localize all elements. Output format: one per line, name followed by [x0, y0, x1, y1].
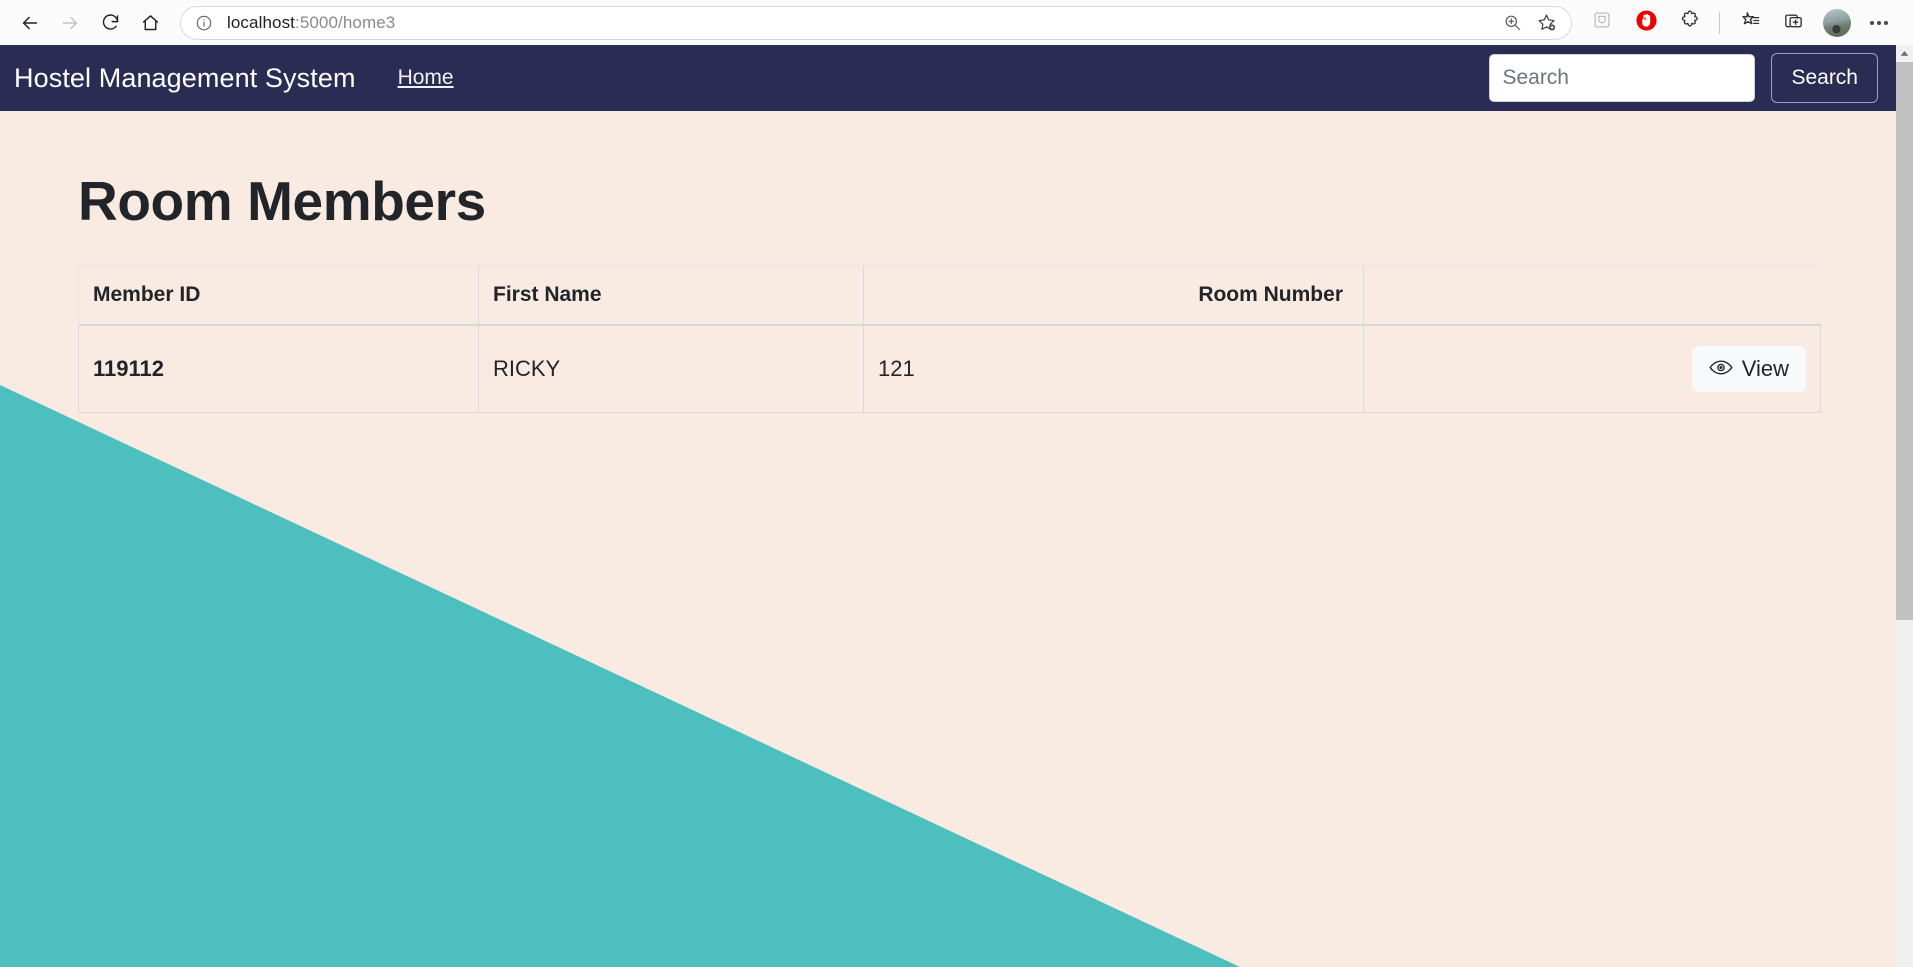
- column-header-actions: [1363, 265, 1821, 326]
- settings-more-button[interactable]: [1859, 3, 1899, 43]
- column-header-first-name: First Name: [478, 265, 864, 326]
- address-bar[interactable]: localhost:5000/home3: [180, 5, 1572, 40]
- info-circle-icon[interactable]: [195, 14, 213, 32]
- site-navbar: Hostel Management System Home Search: [0, 45, 1896, 111]
- collections-button[interactable]: [1773, 3, 1813, 43]
- adblock-button[interactable]: [1626, 3, 1666, 43]
- extensions-button[interactable]: [1670, 3, 1710, 43]
- zoom-in-icon[interactable]: [1495, 8, 1529, 38]
- profile-avatar[interactable]: [1823, 8, 1851, 37]
- back-arrow-icon: [19, 12, 41, 34]
- cell-actions: View: [1363, 324, 1821, 413]
- refresh-button[interactable]: [90, 3, 130, 43]
- address-bar-url[interactable]: localhost:5000/home3: [227, 13, 1495, 33]
- toolbar-divider: [1719, 11, 1720, 34]
- table-header: Member ID First Name Room Number: [78, 265, 1821, 326]
- scrollbar-thumb[interactable]: [1896, 62, 1913, 620]
- view-button[interactable]: View: [1691, 346, 1806, 392]
- table-header-row: Member ID First Name Room Number: [78, 265, 1821, 326]
- page-viewport: Hostel Management System Home Search Roo…: [0, 45, 1913, 967]
- scrollbar-up-arrow[interactable]: [1896, 45, 1913, 62]
- extensions-puzzle-icon: [1679, 9, 1701, 36]
- home-button[interactable]: [130, 3, 170, 43]
- favorites-button[interactable]: [1729, 3, 1769, 43]
- cell-room-number: 121: [863, 324, 1364, 413]
- cell-member-id: 119112: [78, 324, 479, 413]
- column-header-member-id: Member ID: [78, 265, 479, 326]
- refresh-icon: [100, 12, 121, 33]
- page-scrollbar[interactable]: [1896, 45, 1913, 967]
- forward-button[interactable]: [50, 3, 90, 43]
- search-button[interactable]: Search: [1771, 53, 1878, 103]
- nav-link-home[interactable]: Home: [398, 66, 454, 90]
- split-screen-button[interactable]: [1582, 3, 1622, 43]
- page-title: Room Members: [78, 170, 486, 232]
- search-input[interactable]: [1489, 54, 1756, 102]
- cell-first-name: RICKY: [478, 324, 864, 413]
- room-members-table: Member ID First Name Room Number 119112 …: [78, 265, 1821, 413]
- browser-toolbar: localhost:5000/home3: [0, 0, 1913, 45]
- page-content: Room Members Member ID First Name Room N…: [0, 111, 1913, 413]
- home-icon: [140, 12, 161, 33]
- url-host: localhost: [227, 12, 295, 32]
- split-screen-icon: [1591, 9, 1613, 36]
- eye-icon: [1709, 356, 1733, 382]
- url-path: :5000/home3: [295, 12, 396, 32]
- forward-arrow-icon: [59, 12, 81, 34]
- add-favorite-star-icon[interactable]: [1529, 8, 1563, 38]
- view-button-label: View: [1741, 356, 1789, 381]
- back-button[interactable]: [10, 3, 50, 43]
- collections-add-icon: [1782, 9, 1805, 37]
- adblock-stop-hand-icon: [1635, 9, 1658, 37]
- favorites-star-list-icon: [1738, 9, 1761, 37]
- settings-more-icon: [1870, 20, 1888, 25]
- column-header-room-number: Room Number: [863, 265, 1364, 326]
- table-row: 119112 RICKY 121 View: [78, 324, 1821, 413]
- table-body: 119112 RICKY 121 View: [78, 324, 1821, 413]
- site-brand[interactable]: Hostel Management System: [14, 63, 356, 94]
